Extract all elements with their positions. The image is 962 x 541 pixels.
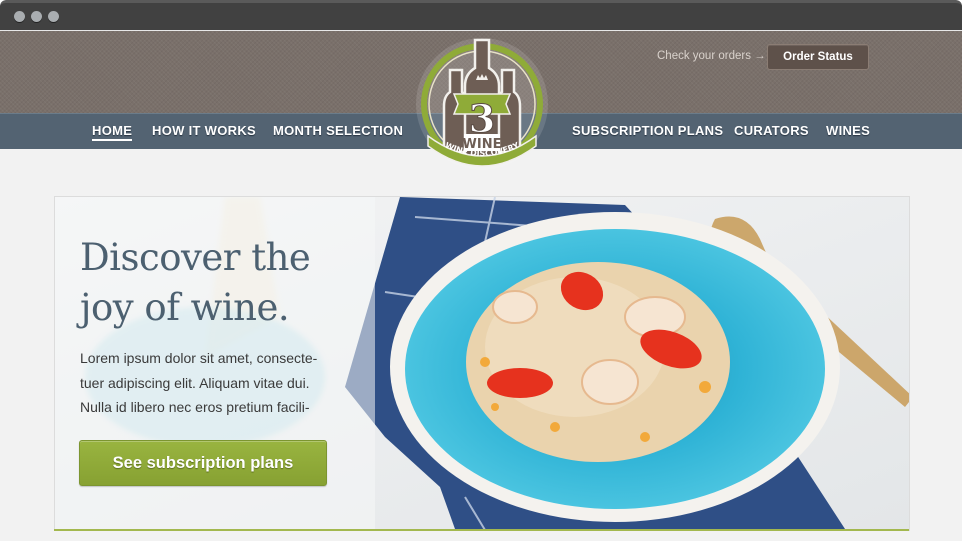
hero-body-line-1: Lorem ipsum dolor sit amet, consecte- [80,350,318,366]
nav-wines[interactable]: WINES [826,123,870,138]
hero-title: Discover the joy of wine. [80,233,311,333]
close-window-button[interactable] [14,11,25,22]
hero-title-line-2: joy of wine. [80,286,290,329]
browser-window: Check your orders → Order Status HOME HO… [0,0,962,541]
hero-body-line-3: Nulla id libero nec eros pretium facili- [80,399,310,415]
window-titlebar [0,0,962,31]
see-subscription-plans-button[interactable]: See subscription plans [79,440,327,486]
nav-how-it-works[interactable]: HOW IT WORKS [152,123,256,138]
nav-month-selection[interactable]: MONTH SELECTION [273,123,403,138]
maximize-window-button[interactable] [48,11,59,22]
hero-title-line-1: Discover the [80,236,311,279]
hero-body-text: Lorem ipsum dolor sit amet, consecte- tu… [80,346,350,420]
hero-body-line-2: tuer adipiscing elit. Aliquam vitae dui. [80,374,310,391]
minimize-window-button[interactable] [31,11,42,22]
order-status-button[interactable]: Order Status [767,44,869,70]
hero-bottom-border [54,529,909,531]
nav-subscription-plans[interactable]: SUBSCRIPTION PLANS [572,123,723,138]
check-orders-text: Check your orders → [657,50,766,62]
site-logo[interactable]: 3 WINE WINE DISCOVERY [414,36,550,174]
nav-home[interactable]: HOME [92,123,133,141]
nav-curators[interactable]: CURATORS [734,123,809,138]
